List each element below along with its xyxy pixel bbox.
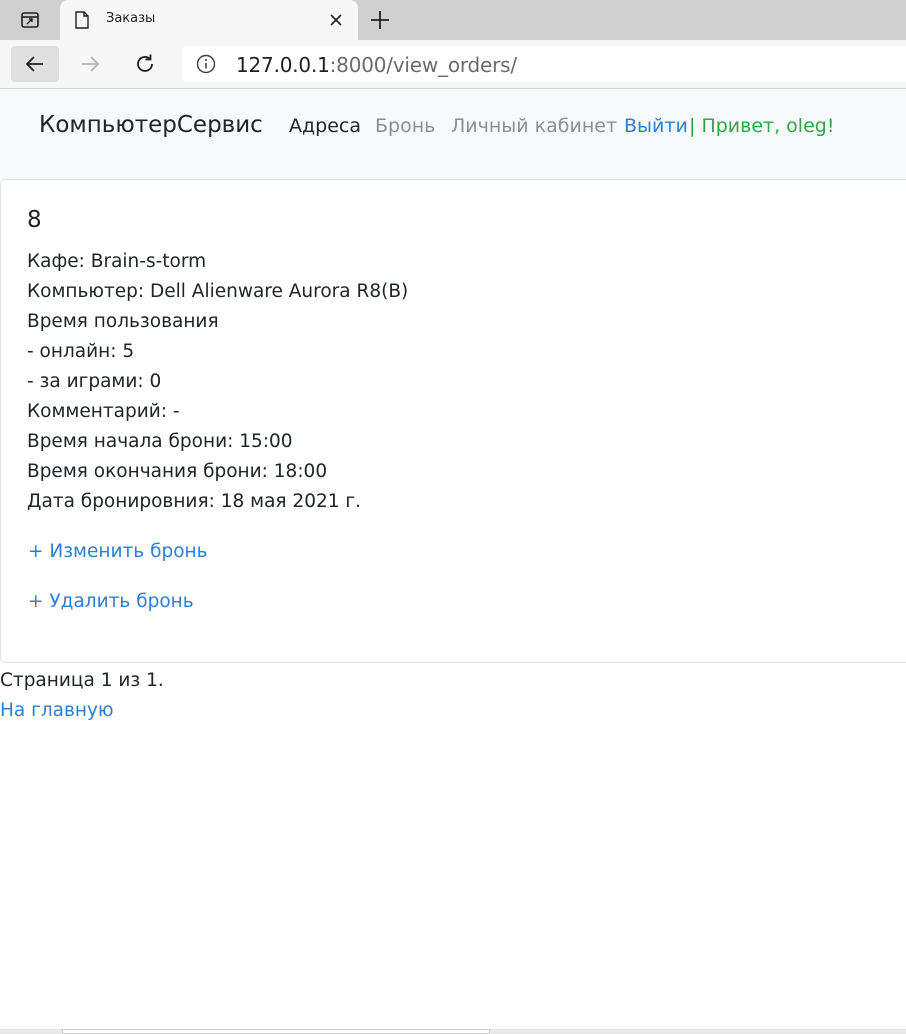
horizontal-scrollbar[interactable] bbox=[0, 1029, 906, 1034]
address-bar[interactable]: 127.0.0.1:8000/view_orders/ bbox=[182, 46, 906, 82]
browser-toolbar: 127.0.0.1:8000/view_orders/ bbox=[0, 40, 906, 89]
order-cafe: Кафе: Brain-s-torm bbox=[27, 251, 207, 272]
url-host: 127.0.0.1 bbox=[236, 53, 330, 77]
browser-tab-bar: Заказы bbox=[0, 0, 906, 40]
order-gaming: - за играми: 0 bbox=[27, 371, 162, 392]
site-navbar: КомпьютерСервис Адреса Бронь Личный каби… bbox=[0, 89, 906, 179]
order-card: 8 Кафе: Brain-s-torm Компьютер: Dell Ali… bbox=[0, 179, 906, 663]
order-start-time: Время начала брони: 15:00 bbox=[27, 431, 293, 452]
edit-booking-link[interactable]: + Изменить бронь bbox=[28, 541, 208, 562]
order-usage-title: Время пользования bbox=[27, 311, 219, 332]
order-comment: Комментарий: - bbox=[27, 401, 180, 422]
user-greeting: | Привет, oleg! bbox=[689, 115, 835, 137]
nav-cabinet[interactable]: Личный кабинет bbox=[451, 115, 617, 137]
reload-icon bbox=[137, 54, 153, 72]
close-icon[interactable] bbox=[326, 10, 346, 30]
url-text[interactable]: 127.0.0.1:8000/view_orders/ bbox=[236, 53, 517, 77]
reload-button[interactable] bbox=[121, 46, 169, 82]
delete-booking-link[interactable]: + Удалить бронь bbox=[28, 591, 194, 612]
tab-title: Заказы bbox=[106, 11, 156, 26]
nav-addresses[interactable]: Адреса bbox=[289, 115, 361, 137]
info-icon[interactable] bbox=[196, 54, 216, 79]
tab-actions-icon[interactable] bbox=[12, 8, 48, 32]
nav-logout[interactable]: Выйти bbox=[624, 115, 688, 137]
order-end-time: Время окончания брони: 18:00 bbox=[27, 461, 328, 482]
back-button[interactable] bbox=[11, 46, 59, 82]
browser-tab[interactable]: Заказы bbox=[60, 0, 358, 40]
url-path: :8000/view_orders/ bbox=[329, 53, 518, 77]
nav-booking[interactable]: Бронь bbox=[375, 115, 435, 137]
order-id: 8 bbox=[27, 207, 42, 233]
brand-link[interactable]: КомпьютерСервис bbox=[39, 112, 263, 138]
pagination-info: Страница 1 из 1. bbox=[0, 670, 164, 691]
plus-icon[interactable] bbox=[368, 8, 392, 32]
scrollbar-thumb[interactable] bbox=[62, 1029, 490, 1034]
order-online: - онлайн: 5 bbox=[27, 341, 135, 362]
order-computer: Компьютер: Dell Alienware Aurora R8(B) bbox=[27, 281, 409, 302]
page-icon bbox=[74, 11, 90, 34]
arrow-right-icon bbox=[82, 56, 100, 72]
forward-button[interactable] bbox=[66, 46, 114, 82]
home-link[interactable]: На главную bbox=[0, 700, 114, 721]
arrow-left-icon bbox=[25, 56, 43, 72]
order-date: Дата бронировния: 18 мая 2021 г. bbox=[27, 491, 361, 512]
